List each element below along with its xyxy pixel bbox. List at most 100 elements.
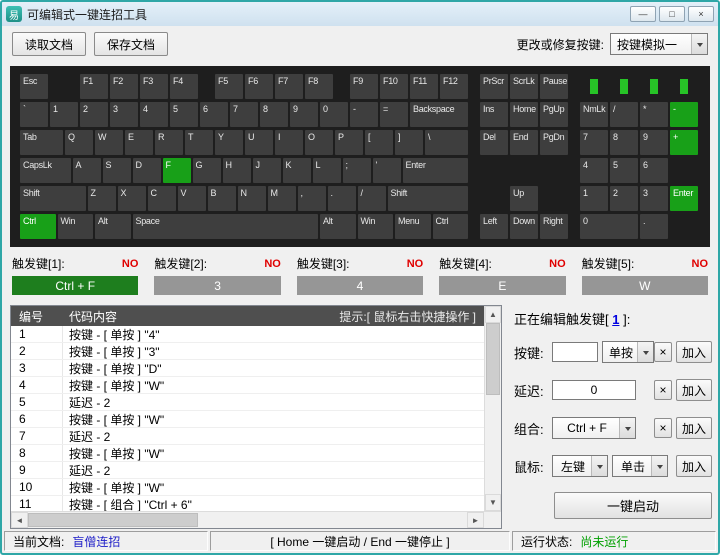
- key-0[interactable]: 0: [580, 214, 638, 239]
- key-add-button[interactable]: 加入: [676, 341, 712, 363]
- key-4[interactable]: 4: [140, 102, 168, 127]
- delay-add-button[interactable]: 加入: [676, 379, 712, 401]
- key-esc[interactable]: Esc: [20, 74, 48, 99]
- key-`[interactable]: `: [20, 102, 48, 127]
- key-][interactable]: ]: [395, 130, 423, 155]
- key-b[interactable]: B: [208, 186, 236, 211]
- key-f9[interactable]: F9: [350, 74, 378, 99]
- key-enter[interactable]: Enter: [670, 186, 698, 211]
- key-1[interactable]: 1: [580, 186, 608, 211]
- key-w[interactable]: W: [95, 130, 123, 155]
- key-6[interactable]: 6: [640, 158, 668, 183]
- key-v[interactable]: V: [178, 186, 206, 211]
- key-o[interactable]: O: [305, 130, 333, 155]
- key-s[interactable]: S: [103, 158, 131, 183]
- trigger-key-button[interactable]: 4: [297, 276, 423, 295]
- table-horizontal-scrollbar[interactable]: ◄ ►: [11, 511, 501, 528]
- key-alt[interactable]: Alt: [95, 214, 131, 239]
- key-2[interactable]: 2: [610, 186, 638, 211]
- combo-remove-button[interactable]: ×: [654, 418, 672, 438]
- key-c[interactable]: C: [148, 186, 176, 211]
- key-down[interactable]: Down: [510, 214, 538, 239]
- key-space[interactable]: Space: [133, 214, 319, 239]
- key-/[interactable]: /: [358, 186, 386, 211]
- trigger-key-button[interactable]: Ctrl + F: [12, 276, 138, 295]
- start-button[interactable]: 一键启动: [554, 492, 712, 519]
- scroll-left-icon[interactable]: ◄: [11, 512, 28, 528]
- key-up[interactable]: Up: [510, 186, 538, 211]
- combo-key-dropdown[interactable]: Ctrl + F: [552, 417, 636, 439]
- key-2[interactable]: 2: [80, 102, 108, 127]
- table-row[interactable]: 8按键 - [ 单按 ] "W": [11, 445, 484, 462]
- key-mode-select[interactable]: 按键模拟一: [610, 33, 708, 55]
- table-row[interactable]: 7延迟 - 2: [11, 428, 484, 445]
- key-u[interactable]: U: [245, 130, 273, 155]
- key-q[interactable]: Q: [65, 130, 93, 155]
- key-f4[interactable]: F4: [170, 74, 198, 99]
- key-menu[interactable]: Menu: [395, 214, 431, 239]
- key-right[interactable]: Right: [540, 214, 568, 239]
- key-d[interactable]: D: [133, 158, 161, 183]
- key-=[interactable]: =: [380, 102, 408, 127]
- key-f1[interactable]: F1: [80, 74, 108, 99]
- close-button[interactable]: ×: [688, 6, 714, 22]
- key-i[interactable]: I: [275, 130, 303, 155]
- table-row[interactable]: 2按键 - [ 单按 ] "3": [11, 343, 484, 360]
- minimize-button[interactable]: —: [630, 6, 656, 22]
- key-;[interactable]: ;: [343, 158, 371, 183]
- key-*[interactable]: *: [640, 102, 668, 127]
- key-ctrl[interactable]: Ctrl: [20, 214, 56, 239]
- key-scrlk[interactable]: ScrLk: [510, 74, 538, 99]
- table-row[interactable]: 4按键 - [ 单按 ] "W": [11, 377, 484, 394]
- key-pgup[interactable]: PgUp: [540, 102, 568, 127]
- key-9[interactable]: 9: [290, 102, 318, 127]
- key-m[interactable]: M: [268, 186, 296, 211]
- trigger-key-button[interactable]: W: [582, 276, 708, 295]
- key-p[interactable]: P: [335, 130, 363, 155]
- key-h[interactable]: H: [223, 158, 251, 183]
- key-f11[interactable]: F11: [410, 74, 438, 99]
- read-doc-button[interactable]: 读取文档: [12, 32, 86, 56]
- key-g[interactable]: G: [193, 158, 221, 183]
- key-9[interactable]: 9: [640, 130, 668, 155]
- key-.[interactable]: .: [328, 186, 356, 211]
- key-ctrl[interactable]: Ctrl: [433, 214, 469, 239]
- combo-add-button[interactable]: 加入: [676, 417, 712, 439]
- scroll-up-icon[interactable]: ▲: [485, 306, 501, 323]
- key-z[interactable]: Z: [88, 186, 116, 211]
- key-home[interactable]: Home: [510, 102, 538, 127]
- vertical-scroll-thumb[interactable]: [486, 323, 500, 395]
- key-ins[interactable]: Ins: [480, 102, 508, 127]
- trigger-key-button[interactable]: 3: [154, 276, 280, 295]
- table-row[interactable]: 3按键 - [ 单按 ] "D": [11, 360, 484, 377]
- key-end[interactable]: End: [510, 130, 538, 155]
- maximize-button[interactable]: □: [659, 6, 685, 22]
- key-mode-dropdown[interactable]: 单按: [602, 341, 654, 363]
- save-doc-button[interactable]: 保存文档: [94, 32, 168, 56]
- table-row[interactable]: 5延迟 - 2: [11, 394, 484, 411]
- key-del[interactable]: Del: [480, 130, 508, 155]
- key-6[interactable]: 6: [200, 102, 228, 127]
- key-r[interactable]: R: [155, 130, 183, 155]
- mouse-button-dropdown[interactable]: 左键: [552, 455, 608, 477]
- trigger-key-button[interactable]: E: [439, 276, 565, 295]
- horizontal-scroll-thumb[interactable]: [28, 513, 198, 527]
- table-row[interactable]: 11按键 - [ 组合 ] "Ctrl + 6": [11, 496, 484, 511]
- key-t[interactable]: T: [185, 130, 213, 155]
- key-tab[interactable]: Tab: [20, 130, 63, 155]
- key-x[interactable]: X: [118, 186, 146, 211]
- key-4[interactable]: 4: [580, 158, 608, 183]
- key-shift[interactable]: Shift: [20, 186, 86, 211]
- key-/[interactable]: /: [610, 102, 638, 127]
- key-8[interactable]: 8: [260, 102, 288, 127]
- key-y[interactable]: Y: [215, 130, 243, 155]
- key-0[interactable]: 0: [320, 102, 348, 127]
- key-'[interactable]: ': [373, 158, 401, 183]
- key-shift[interactable]: Shift: [388, 186, 469, 211]
- scroll-right-icon[interactable]: ►: [467, 512, 484, 528]
- key-5[interactable]: 5: [610, 158, 638, 183]
- key-remove-button[interactable]: ×: [654, 342, 672, 362]
- key-f5[interactable]: F5: [215, 74, 243, 99]
- key-3[interactable]: 3: [110, 102, 138, 127]
- table-vertical-scrollbar[interactable]: ▲ ▼: [484, 306, 501, 511]
